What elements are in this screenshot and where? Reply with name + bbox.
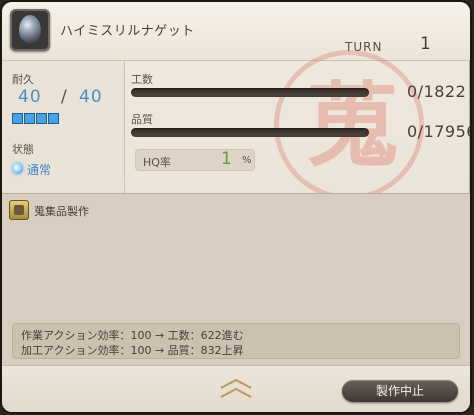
window-header: ハイミスリルナゲット TURN 1 <box>2 2 470 61</box>
progress-panel: 工数 0/1822 品質 0/17956 HQ率 1 % <box>125 61 470 193</box>
progress-bar <box>131 88 369 97</box>
quality-label: 品質 <box>131 113 153 126</box>
durability-max: 40 <box>79 87 103 107</box>
quality-bar <box>131 128 369 137</box>
hq-rate-unit: % <box>242 155 252 166</box>
crafting-log-window: ハイミスリルナゲット TURN 1 耐久 40 / 40 状態 通常 蒐 工数 … <box>2 2 470 412</box>
nugget-icon <box>19 15 41 43</box>
stop-crafting-button[interactable]: 製作中止 <box>342 380 458 402</box>
durability-block <box>24 113 35 124</box>
condition-value: 通常 <box>27 163 52 177</box>
progress-label: 工数 <box>131 73 153 86</box>
collapse-chevron-icon[interactable] <box>216 372 256 402</box>
quality-value: 0/17956 <box>407 122 470 141</box>
durability-separator: / <box>61 87 67 107</box>
condition-label: 状態 <box>12 143 34 156</box>
collectable-synthesis-icon <box>9 200 29 220</box>
durability-label: 耐久 <box>12 73 34 86</box>
progress-value: 0/1822 <box>407 82 467 101</box>
durability-current: 40 <box>18 87 42 107</box>
hq-rate-label: HQ率 <box>143 156 171 169</box>
condition-orb-icon <box>12 163 23 174</box>
hq-rate-box: HQ率 1 % <box>135 149 255 171</box>
durability-block <box>36 113 47 124</box>
action-section: 蒐集品製作 作業アクション効率：100 → 工数：622進む 加工アクション効率… <box>2 193 470 365</box>
durability-block <box>48 113 59 124</box>
window-footer: 製作中止 <box>2 365 470 412</box>
log-line-quality: 加工アクション効率：100 → 品質：832上昇 <box>21 344 244 357</box>
hq-rate-value: 1 <box>221 149 232 169</box>
status-panel: 耐久 40 / 40 状態 通常 <box>2 61 125 193</box>
item-name: ハイミスリルナゲット <box>60 24 195 39</box>
item-icon[interactable] <box>10 9 50 51</box>
turn-value: 1 <box>420 34 431 54</box>
durability-gauge <box>12 113 59 124</box>
durability-block <box>12 113 23 124</box>
action-title: 蒐集品製作 <box>34 205 89 218</box>
action-log: 作業アクション効率：100 → 工数：622進む 加工アクション効率：100 →… <box>12 323 460 359</box>
log-line-progress: 作業アクション効率：100 → 工数：622進む <box>21 329 244 342</box>
